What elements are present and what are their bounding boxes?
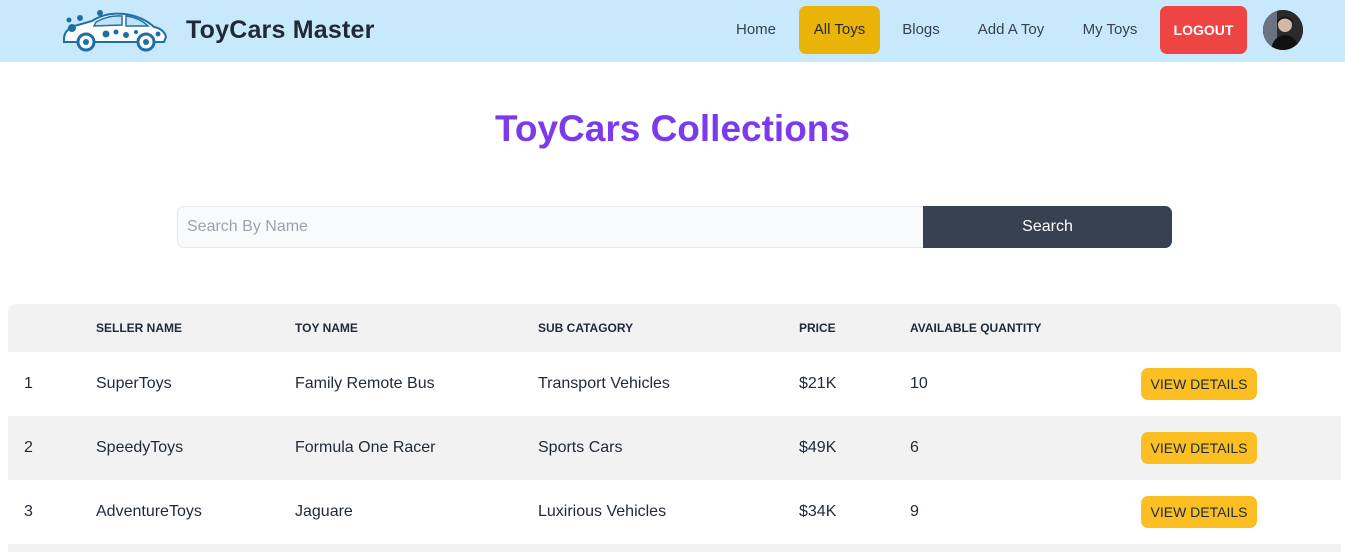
- table-row: 2 SpeedyToys Formula One Racer Sports Ca…: [8, 416, 1341, 480]
- seller-name: AdventureToys: [96, 503, 202, 520]
- column-header-seller: SELLER NAME: [96, 321, 183, 335]
- column-header-toy-name: TOY NAME: [295, 321, 358, 335]
- row-index: 2: [24, 439, 33, 456]
- nav-all-toys[interactable]: All Toys: [799, 6, 880, 54]
- page-title: ToyCars Collections: [494, 108, 850, 149]
- column-header-sub-category: SUB CATAGORY: [538, 321, 634, 335]
- table-header: SELLER NAME TOY NAME SUB CATAGORY PRICE …: [8, 304, 1341, 352]
- avatar[interactable]: [1263, 10, 1303, 50]
- toy-name: Family Remote Bus: [295, 375, 435, 392]
- column-header-quantity: AVAILABLE QUANTITY: [910, 321, 1042, 335]
- navbar: ToyCars Master Home All Toys Blogs Add A…: [0, 0, 1345, 62]
- row-index: 3: [24, 503, 33, 520]
- search-input[interactable]: [177, 206, 924, 248]
- price: $49K: [799, 439, 837, 456]
- seller-name: SuperToys: [96, 375, 172, 392]
- toy-car-logo-icon: [63, 10, 168, 52]
- view-details-button[interactable]: VIEW DETAILS: [1141, 368, 1257, 400]
- price: $34K: [799, 503, 837, 520]
- seller-name: SpeedyToys: [96, 439, 184, 456]
- brand-name: ToyCars Master: [186, 15, 375, 44]
- user-avatar-icon: [1263, 10, 1303, 50]
- available-quantity: 10: [910, 375, 928, 392]
- search-button[interactable]: Search: [923, 206, 1172, 248]
- available-quantity: 9: [910, 503, 919, 520]
- available-quantity: 6: [910, 439, 919, 456]
- view-details-button[interactable]: VIEW DETAILS: [1141, 496, 1257, 528]
- table-row-partial: [8, 544, 1341, 552]
- nav-home[interactable]: Home: [725, 6, 787, 54]
- view-details-button[interactable]: VIEW DETAILS: [1141, 432, 1257, 464]
- logout-button[interactable]: LOGOUT: [1160, 6, 1247, 54]
- nav-my-toys[interactable]: My Toys: [1073, 6, 1147, 54]
- sub-category: Transport Vehicles: [538, 375, 670, 392]
- toy-name: Formula One Racer: [295, 439, 436, 456]
- brand[interactable]: ToyCars Master: [60, 8, 375, 52]
- nav-add-toy[interactable]: Add A Toy: [967, 6, 1055, 54]
- sub-category: Luxirious Vehicles: [538, 503, 667, 520]
- table-row: 1 SuperToys Family Remote Bus Transport …: [8, 352, 1341, 416]
- toys-table: SELLER NAME TOY NAME SUB CATAGORY PRICE …: [8, 304, 1341, 552]
- row-index: 1: [24, 375, 33, 392]
- column-header-price: PRICE: [799, 321, 836, 335]
- toy-name: Jaguare: [295, 503, 353, 520]
- price: $21K: [799, 375, 837, 392]
- sub-category: Sports Cars: [538, 439, 623, 456]
- table-row: 3 AdventureToys Jaguare Luxirious Vehicl…: [8, 480, 1341, 544]
- nav-blogs[interactable]: Blogs: [893, 6, 949, 54]
